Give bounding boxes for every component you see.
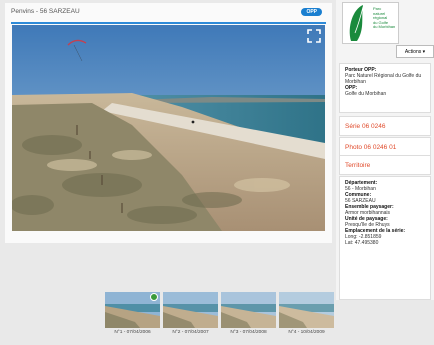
thumbnail-caption: N°3 - 07/04/2008 xyxy=(230,330,267,335)
thumbnail-image xyxy=(279,292,334,328)
porteur-value: Parc Naturel Régional du Golfe du Morbih… xyxy=(345,73,422,85)
photo-viewer: Penvins - 56 SARZEAU OPP xyxy=(5,3,332,243)
thumbnail-strip: N°1 - 07/04/2006 N°2 - 07/04/2007 N°3 - … xyxy=(0,286,434,345)
photo-link-box[interactable]: Photo 06 0246 01 xyxy=(339,137,431,157)
serie-link-box[interactable]: Série 06 0246 xyxy=(339,116,431,136)
actions-dropdown-button[interactable]: Actions ▾ xyxy=(396,45,434,58)
info-sidebar: Parc naturel régional du Golfe du Morbih… xyxy=(336,0,434,300)
thumbnail-image xyxy=(163,292,218,328)
thumbnail-caption: N°4 - 10/04/2009 xyxy=(288,330,325,335)
latitude-value: Lat: 47.495380 xyxy=(345,240,379,246)
thumbnail-caption: N°2 - 07/04/2007 xyxy=(172,330,209,335)
viewer-title: Penvins - 56 SARZEAU xyxy=(11,8,80,15)
logo-line-5: du Morbihan xyxy=(373,24,396,30)
header-divider xyxy=(11,22,326,24)
thumbnail-4[interactable]: N°4 - 10/04/2009 xyxy=(279,292,334,340)
fullscreen-icon[interactable] xyxy=(307,29,321,43)
thumbnail-1[interactable]: N°1 - 07/04/2006 xyxy=(105,292,160,340)
thumbnail-3[interactable]: N°3 - 07/04/2008 xyxy=(221,292,276,340)
park-logo: Parc naturel régional du Golfe du Morbih… xyxy=(342,2,399,44)
opp-value: Golfe du Morbihan xyxy=(345,91,387,97)
beach-photo-image xyxy=(12,25,325,231)
location-info-box: Département: 56 - Morbihan Commune: 56 S… xyxy=(339,176,431,300)
opp-info-box: Porteur OPP: Parc Naturel Régional du Go… xyxy=(339,63,431,113)
selected-check-icon xyxy=(150,293,158,301)
thumbnail-2[interactable]: N°2 - 07/04/2007 xyxy=(163,292,218,340)
thumbnail-caption: N°1 - 07/04/2006 xyxy=(114,330,151,335)
main-photo[interactable] xyxy=(12,25,325,231)
territoire-link-box[interactable]: Territoire xyxy=(339,155,431,175)
thumbnail-image xyxy=(221,292,276,328)
territoire-link[interactable]: Territoire xyxy=(340,156,430,175)
opp-badge[interactable]: OPP xyxy=(301,8,322,16)
viewer-header: Penvins - 56 SARZEAU OPP xyxy=(11,7,326,21)
serie-link[interactable]: Série 06 0246 xyxy=(340,117,430,136)
